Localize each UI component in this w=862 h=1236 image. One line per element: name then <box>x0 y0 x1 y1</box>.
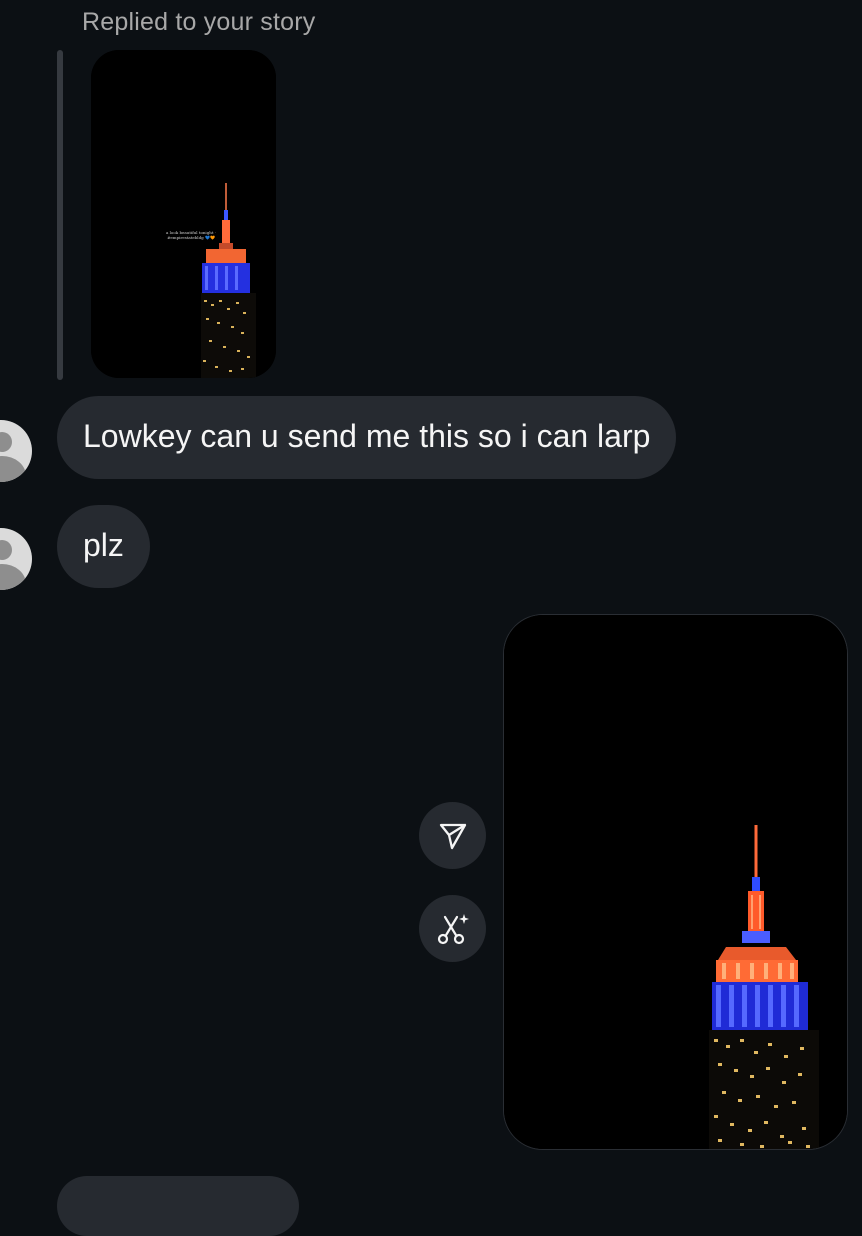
story-thumbnail[interactable]: a look beautiful tonight · #empirestateb… <box>91 50 276 378</box>
share-button[interactable] <box>419 802 486 869</box>
sent-image-message[interactable] <box>503 614 848 1150</box>
scissors-sparkle-icon <box>437 913 469 944</box>
ai-edit-button[interactable] <box>419 895 486 962</box>
paper-plane-icon <box>439 823 466 849</box>
reply-quote-bar <box>57 50 63 380</box>
avatar-head-icon <box>0 432 12 452</box>
message-bubble[interactable]: Lowkey can u send me this so i can larp <box>57 396 677 479</box>
avatar-shoulders-icon <box>0 456 26 482</box>
story-caption: a look beautiful tonight · #empirestateb… <box>166 230 216 240</box>
sender-avatar[interactable] <box>0 420 32 482</box>
sender-avatar[interactable] <box>0 528 32 590</box>
replied-to-story-label: Replied to your story <box>82 8 316 36</box>
empire-state-building-thumbnail <box>91 50 276 378</box>
empire-state-building-photo <box>504 615 847 1149</box>
avatar-head-icon <box>0 540 12 560</box>
message-bubble[interactable] <box>57 1176 299 1236</box>
avatar-shoulders-icon <box>0 564 26 590</box>
message-bubble[interactable]: plz <box>57 505 150 588</box>
